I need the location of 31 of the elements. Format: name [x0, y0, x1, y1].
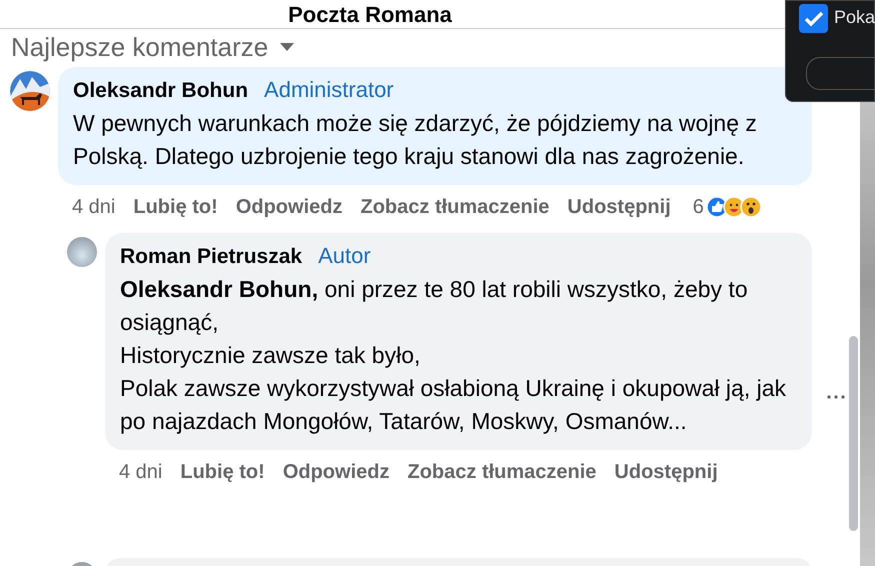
reaction-count[interactable]: 6 [692, 196, 704, 218]
comment-time[interactable]: 4 dni [119, 460, 162, 484]
more-options-icon[interactable] [827, 395, 845, 399]
page-title: Poczta Romana [288, 2, 453, 28]
checkbox[interactable] [799, 4, 828, 33]
comment-action-link[interactable]: Odpowiedz [236, 196, 342, 218]
checkmark-icon [804, 10, 824, 26]
comment-action-link[interactable]: Zobacz tłumaczenie [407, 460, 596, 484]
comment-action-link[interactable]: Udostępnij [567, 196, 671, 218]
author-name[interactable]: Oleksandr Bohun [73, 79, 248, 103]
surprised-face-icon [740, 196, 762, 218]
comment-time[interactable]: 4 dni [72, 196, 116, 218]
comment-action-link[interactable]: Lubię to! [133, 196, 218, 218]
author-role-label: Administrator [264, 77, 394, 103]
sort-label[interactable]: Najlepsze komentarze [11, 32, 268, 62]
comment-text: Historycznie zawsze tak było, [120, 341, 422, 370]
author-name[interactable]: Roman Pietruszak [120, 245, 302, 269]
comment-action-link[interactable]: Odpowiedz [282, 460, 390, 484]
dropdown-caret-icon[interactable] [280, 43, 294, 51]
comment-text: W pewnych warunkach może się zdarzyć, że pójdziemy na wojnę z Polską. Dlatego uzbrojenie tego kraju stanowi dla nas zagrożenie. [73, 109, 758, 171]
thumbs-up-icon [706, 196, 728, 218]
comment-text: Oleksandr Bohun, oni przez te 80 lat robili wszystko, żeby to osiągnąć, [120, 275, 749, 337]
author-role-label: Autor [318, 243, 371, 269]
checkbox-label: Poka [834, 7, 875, 28]
comment-action-link[interactable]: Lubię to! [180, 460, 265, 484]
scrollbar-thumb[interactable] [849, 336, 858, 531]
comment-action-link[interactable]: Udostępnij [614, 460, 718, 484]
comment-action-link[interactable]: Zobacz tłumaczenie [360, 196, 550, 218]
input-field[interactable] [806, 57, 875, 90]
comment-text: Polak zawsze wykorzystywał osłabioną Ukrainę i okupował ją, jak po najazdach Mongołów, Tatarów, Moskwy, Osmanów... [120, 374, 788, 436]
avatar-dog-icon [10, 71, 50, 111]
